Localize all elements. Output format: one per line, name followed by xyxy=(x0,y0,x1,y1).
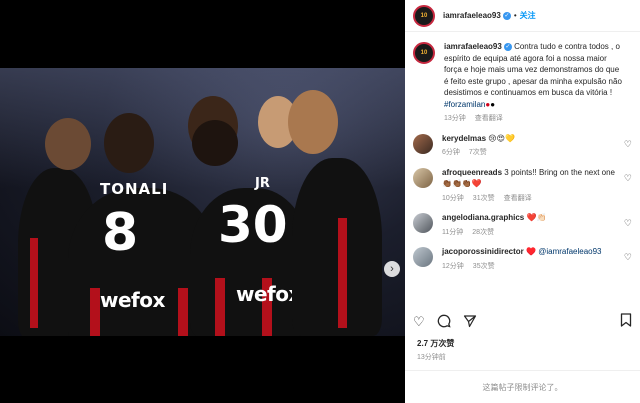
caption-hashtag[interactable]: #forzamilan xyxy=(444,100,485,109)
jersey-stripe xyxy=(338,218,347,328)
commenter-avatar[interactable] xyxy=(413,167,433,188)
comment-time: 6分钟 xyxy=(442,149,460,156)
verified-icon: ✓ xyxy=(503,42,512,51)
caption-row: 10 iamrafaeleao93 ✓ Contra tudo e contra … xyxy=(405,33,640,125)
header-separator: • xyxy=(513,11,517,20)
bookmark-svg xyxy=(620,313,632,327)
comment-meta: 12分钟 35次赞 xyxy=(442,261,622,273)
caption-body: iamrafaeleao93 ✓ Contra tudo e contra tod… xyxy=(444,41,624,125)
post-time: 13分钟前 xyxy=(417,354,446,361)
jersey-stripe xyxy=(178,288,188,336)
comment-body: angelodiana.graphics ❤️👏🏻 11分钟 28次赞 xyxy=(442,212,622,238)
comment-translate-link[interactable]: 查看翻译 xyxy=(504,193,532,205)
commenter-username[interactable]: kerydelmas xyxy=(442,134,486,143)
caption-translate-link[interactable]: 查看翻译 xyxy=(475,113,503,125)
verified-icon: ✓ xyxy=(502,11,511,20)
commenter-avatar[interactable] xyxy=(413,247,433,267)
bookmark-icon[interactable] xyxy=(620,313,632,330)
heart-icon[interactable]: ♡ xyxy=(624,252,632,263)
comment-body: kerydelmas 😢😍💛 6分钟 7次赞 xyxy=(442,133,622,159)
chevron-right-icon[interactable]: › xyxy=(384,261,400,277)
comment-row: jacoporossinidirector ♥️ @iamrafaeleao93… xyxy=(405,238,640,272)
post-header: 10 iamrafaeleao93 ✓ • 关注 xyxy=(405,0,640,32)
heart-icon[interactable]: ♡ xyxy=(624,218,632,229)
comments-scroll[interactable]: 10 iamrafaeleao93 ✓ Contra tudo e contra … xyxy=(405,33,640,305)
comment-bubble-svg xyxy=(437,314,451,327)
player-head xyxy=(45,118,91,170)
comments-limited-notice: 这篇帖子限制评论了。 xyxy=(405,370,640,403)
comment-text: 😢😍💛 xyxy=(488,133,515,143)
commenter-username[interactable]: afroqueenreads xyxy=(442,168,502,177)
sponsor-logo-left: wefox xyxy=(100,288,165,312)
caption-time: 13分钟 xyxy=(444,115,466,122)
comment-text: ♥️ xyxy=(526,247,536,256)
jersey-number-right: 30 xyxy=(218,196,288,254)
likes-count[interactable]: 2.7 万次赞 xyxy=(417,338,454,349)
jersey-stripe xyxy=(215,278,225,336)
caption-username[interactable]: iamrafaeleao93 xyxy=(444,42,502,51)
share-plane-svg xyxy=(463,314,476,327)
player-head xyxy=(192,120,238,166)
commenter-avatar[interactable] xyxy=(413,213,433,233)
comment-mention[interactable]: @iamrafaeleao93 xyxy=(538,247,601,256)
caption-meta: 13分钟 查看翻译 xyxy=(444,113,624,125)
player-head xyxy=(104,113,154,173)
comment-text: ❤️👏🏻 xyxy=(526,213,547,222)
comment-time: 10分钟 xyxy=(442,194,464,202)
caption-avatar[interactable]: 10 xyxy=(413,42,435,64)
jersey-jr: JR xyxy=(255,176,270,191)
post-media-pane: TONALI 8 wefox JR 30 wefox › xyxy=(0,0,405,403)
post-actions: ♡ xyxy=(413,312,632,332)
comment-body: jacoporossinidirector ♥️ @iamrafaeleao93… xyxy=(442,246,622,272)
comment-likes[interactable]: 31次赞 xyxy=(473,193,495,205)
black-circle-emoji: ● xyxy=(490,99,496,109)
share-icon[interactable] xyxy=(463,314,477,331)
comment-time: 11分钟 xyxy=(442,228,464,236)
comment-row: kerydelmas 😢😍💛 6分钟 7次赞 ♡ xyxy=(405,125,640,159)
comment-icon[interactable] xyxy=(437,314,451,331)
author-username-text[interactable]: iamrafaeleao93 xyxy=(443,11,501,20)
comment-meta: 11分钟 28次赞 xyxy=(442,227,622,239)
comment-likes[interactable]: 35次赞 xyxy=(473,261,495,273)
comment-row: angelodiana.graphics ❤️👏🏻 11分钟 28次赞 ♡ xyxy=(405,204,640,238)
follow-button[interactable]: 关注 xyxy=(520,10,536,21)
comment-row: afroqueenreads 3 points!! Bring on the n… xyxy=(405,159,640,205)
comment-body: afroqueenreads 3 points!! Bring on the n… xyxy=(442,167,622,205)
author-username[interactable]: iamrafaeleao93 ✓ xyxy=(443,11,511,20)
jersey-number-left: 8 xyxy=(102,203,139,263)
post-photo[interactable]: TONALI 8 wefox JR 30 wefox › xyxy=(0,68,405,336)
jersey-stripe xyxy=(30,238,38,328)
jersey-name: TONALI xyxy=(100,180,169,198)
commenter-username[interactable]: jacoporossinidirector xyxy=(442,247,524,256)
comment-meta: 6分钟 7次赞 xyxy=(442,147,622,159)
commenter-avatar[interactable] xyxy=(413,133,433,154)
post-side-panel: 10 iamrafaeleao93 ✓ • 关注 10 iamrafaeleao9… xyxy=(405,0,640,403)
comment-meta: 10分钟 31次赞 查看翻译 xyxy=(442,193,622,205)
player-shape xyxy=(292,158,382,336)
like-heart-icon[interactable]: ♡ xyxy=(413,314,425,330)
heart-icon[interactable]: ♡ xyxy=(624,173,632,184)
comment-likes[interactable]: 28次赞 xyxy=(472,227,494,239)
author-avatar[interactable]: 10 xyxy=(413,4,435,27)
jersey-stripe xyxy=(90,288,100,336)
commenter-username[interactable]: angelodiana.graphics xyxy=(442,213,524,222)
player-head xyxy=(288,90,338,154)
comment-time: 12分钟 xyxy=(442,262,464,270)
heart-icon[interactable]: ♡ xyxy=(624,139,632,150)
comment-likes[interactable]: 7次赞 xyxy=(469,147,487,159)
